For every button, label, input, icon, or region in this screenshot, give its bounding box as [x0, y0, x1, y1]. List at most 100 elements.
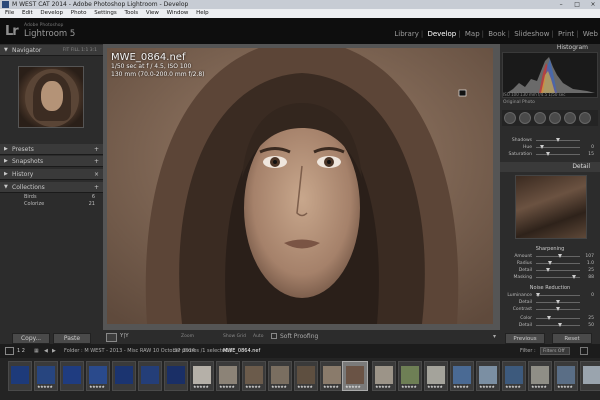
slider-row[interactable]: Masking 88 — [502, 274, 598, 281]
slider-knob[interactable] — [547, 316, 551, 320]
slider-track[interactable] — [536, 300, 580, 304]
zoom-options[interactable]: FIT FILL 1:1 3:1 — [63, 45, 97, 56]
slider-knob[interactable] — [558, 254, 562, 258]
before-after-button[interactable]: Y|Y — [120, 333, 129, 339]
slider-value[interactable]: 25 — [588, 267, 594, 274]
loupe-view-icon[interactable] — [106, 333, 117, 342]
previous-button[interactable]: Previous — [505, 333, 545, 344]
slider-value[interactable]: 107 — [585, 253, 594, 260]
slider-track[interactable] — [536, 145, 580, 149]
slider-value[interactable]: 88 — [588, 274, 594, 281]
paste-settings-button[interactable]: Paste — [53, 333, 91, 344]
filmstrip-thumb[interactable]: ★★★★★ — [190, 361, 214, 391]
add-snapshot-icon[interactable]: + — [94, 156, 99, 167]
slider-knob[interactable] — [548, 261, 552, 265]
presets-header[interactable]: ▶ Presets + — [0, 144, 103, 155]
page-numbers[interactable]: 1 2 — [17, 344, 25, 358]
filmstrip-thumb[interactable]: ★★★★★ — [476, 361, 500, 391]
slider-track[interactable] — [536, 307, 580, 311]
slider-row[interactable]: Color 25 — [502, 315, 598, 322]
module-web[interactable]: Web — [583, 30, 598, 38]
main-window-icon[interactable] — [5, 347, 14, 355]
grid-auto-select[interactable]: Auto — [253, 334, 263, 339]
main-photo[interactable] — [107, 48, 493, 324]
slider-knob[interactable] — [546, 268, 550, 272]
slider-knob[interactable] — [546, 152, 550, 156]
slider-track[interactable] — [536, 293, 580, 297]
filmstrip-thumb[interactable] — [8, 361, 32, 391]
add-collection-icon[interactable]: + — [94, 182, 99, 193]
radial-filter-icon[interactable] — [563, 112, 576, 124]
slider-track[interactable] — [536, 268, 580, 272]
slider-knob[interactable] — [556, 300, 560, 304]
collections-header[interactable]: ▼ Collections + — [0, 182, 103, 193]
slider-row[interactable]: Detail 25 — [502, 267, 598, 274]
minimize-button[interactable]: – — [554, 0, 568, 9]
detail-header[interactable]: Detail — [500, 162, 600, 172]
slider-track[interactable] — [536, 254, 580, 258]
slider-knob[interactable] — [556, 138, 560, 142]
filmstrip-thumb[interactable] — [580, 361, 600, 391]
slider-row[interactable]: Hue 0 — [502, 144, 598, 151]
filmstrip-thumb[interactable]: ★★★★★ — [216, 361, 240, 391]
reset-button[interactable]: Reset — [552, 333, 592, 344]
snapshots-header[interactable]: ▶ Snapshots + — [0, 156, 103, 167]
forward-arrow-icon[interactable]: ▶ — [52, 344, 56, 358]
filmstrip-thumb[interactable]: ★★★★★ — [528, 361, 552, 391]
slider-value[interactable]: 0 — [591, 292, 594, 299]
original-photo-checkbox[interactable]: Original Photo — [503, 100, 535, 105]
red-eye-icon[interactable] — [533, 112, 546, 124]
filmstrip-thumb[interactable] — [60, 361, 84, 391]
histogram-header[interactable]: Histogram — [500, 44, 600, 52]
show-grid-label[interactable]: Show Grid — [223, 334, 246, 339]
slider-row[interactable]: Detail — [502, 299, 598, 306]
crop-tool-icon[interactable] — [503, 112, 516, 124]
menu-help[interactable]: Help — [196, 10, 209, 16]
history-header[interactable]: ▶ History × — [0, 169, 103, 180]
module-print[interactable]: Print — [558, 30, 574, 38]
menu-tools[interactable]: Tools — [125, 10, 139, 16]
slider-track[interactable] — [536, 323, 580, 327]
slider-row[interactable]: Amount 107 — [502, 253, 598, 260]
filmstrip-thumb[interactable]: ★★★★★ — [502, 361, 526, 391]
slider-row[interactable]: Luminance 0 — [502, 292, 598, 299]
maximize-button[interactable]: □ — [570, 0, 584, 9]
add-preset-icon[interactable]: + — [94, 144, 99, 155]
slider-value[interactable]: 50 — [588, 322, 594, 329]
slider-track[interactable] — [536, 275, 580, 279]
slider-track[interactable] — [536, 261, 580, 265]
filmstrip-thumb[interactable]: ★★★★★ — [424, 361, 448, 391]
collection-item[interactable]: Colorize 21 — [0, 201, 103, 208]
back-arrow-icon[interactable]: ◀ — [44, 344, 48, 358]
menu-window[interactable]: Window — [167, 10, 189, 16]
menu-file[interactable]: File — [5, 10, 14, 16]
menu-photo[interactable]: Photo — [71, 10, 87, 16]
menu-view[interactable]: View — [146, 10, 159, 16]
slider-row[interactable]: Detail 50 — [502, 322, 598, 329]
slider-track[interactable] — [536, 138, 580, 142]
slider-value[interactable]: 15 — [588, 151, 594, 158]
slider-value[interactable]: 1.0 — [587, 260, 594, 267]
collection-item[interactable]: Birds 6 — [0, 194, 103, 201]
filmstrip-thumb[interactable] — [112, 361, 136, 391]
filmstrip-thumb[interactable] — [164, 361, 188, 391]
slider-track[interactable] — [536, 152, 580, 156]
filmstrip-thumb[interactable]: ★★★★★ — [34, 361, 58, 391]
slider-row[interactable]: Saturation 15 — [502, 151, 598, 158]
navigator-preview[interactable] — [18, 66, 84, 128]
filmstrip-thumb[interactable]: ★★★★★ — [398, 361, 422, 391]
slider-row[interactable]: Contrast — [502, 306, 598, 313]
filter-lock-icon[interactable] — [580, 347, 588, 355]
slider-track[interactable] — [536, 316, 580, 320]
filter-select[interactable]: Filters Off — [540, 347, 570, 355]
slider-row[interactable]: Shadows — [502, 137, 598, 144]
module-map[interactable]: Map — [465, 30, 480, 38]
menu-settings[interactable]: Settings — [94, 10, 117, 16]
slider-value[interactable]: 0 — [591, 144, 594, 151]
filmstrip-thumb[interactable]: ★★★★★ — [242, 361, 266, 391]
filmstrip-thumb[interactable]: ★★★★★ — [320, 361, 344, 391]
module-slideshow[interactable]: Slideshow — [514, 30, 549, 38]
slider-knob[interactable] — [536, 293, 540, 297]
close-button[interactable]: × — [586, 0, 600, 9]
slider-knob[interactable] — [540, 145, 544, 149]
